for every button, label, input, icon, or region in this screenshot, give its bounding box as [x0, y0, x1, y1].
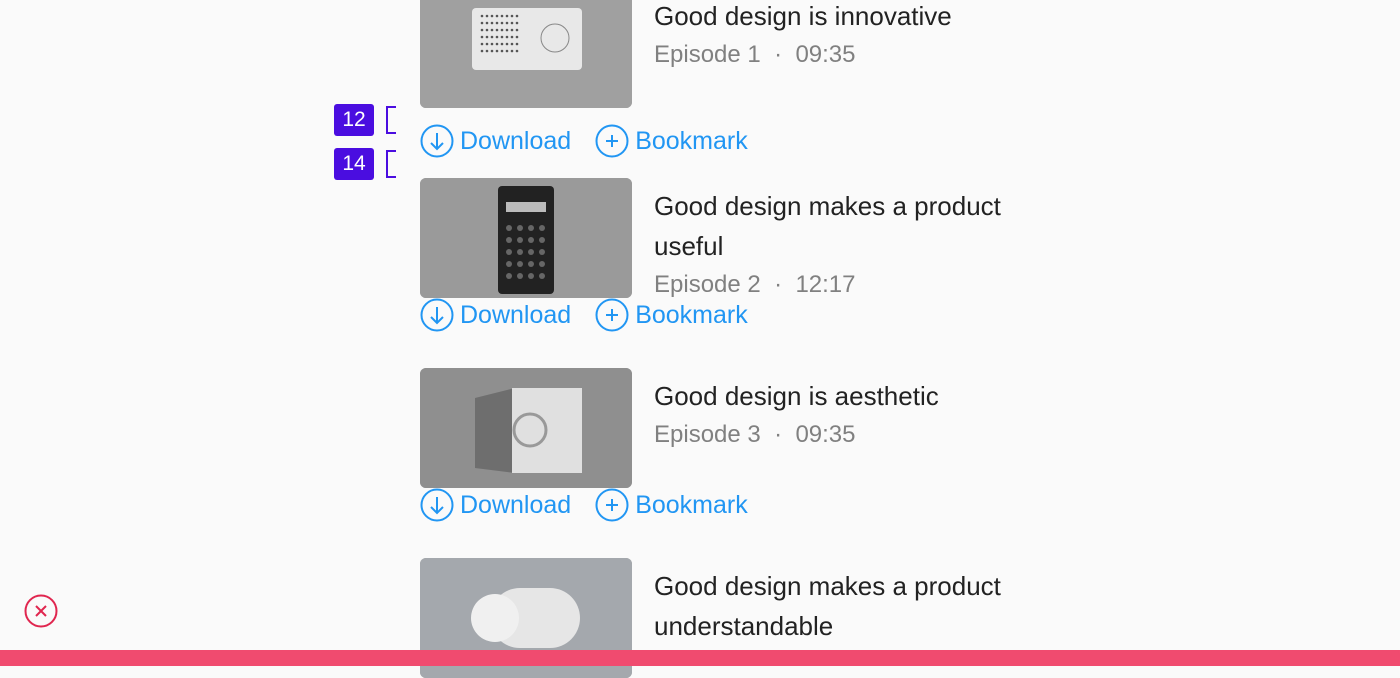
download-button[interactable]: Download: [420, 298, 571, 332]
separator: ·: [774, 271, 783, 298]
episode-number: Episode 1: [654, 41, 761, 68]
bottom-bar: [0, 650, 1400, 666]
episode-title[interactable]: Good design is aesthetic: [654, 376, 1014, 416]
bracket-marker: [386, 150, 396, 178]
episode-duration: 09:35: [795, 421, 856, 448]
bookmark-button[interactable]: Bookmark: [595, 488, 748, 522]
download-icon: [420, 298, 454, 332]
download-icon: [420, 488, 454, 522]
element-badge: 12: [334, 104, 374, 136]
episode-number: Episode 2: [654, 271, 761, 298]
element-badge: 14: [334, 148, 374, 180]
episode-duration: 09:35: [795, 41, 856, 68]
episode-title[interactable]: Good design makes a product understandab…: [654, 566, 1014, 646]
separator: ·: [774, 41, 783, 68]
episode-title[interactable]: Good design is innovative: [654, 0, 1014, 36]
download-icon: [420, 124, 454, 158]
plus-icon: [595, 488, 629, 522]
close-icon[interactable]: [24, 594, 58, 628]
separator: ·: [774, 421, 783, 448]
episode-meta: Episode 3 · 09:35: [654, 416, 1014, 454]
episode-thumbnail[interactable]: [420, 368, 632, 488]
download-button[interactable]: Download: [420, 488, 571, 522]
plus-icon: [595, 298, 629, 332]
plus-icon: [595, 124, 629, 158]
bookmark-button[interactable]: Bookmark: [595, 124, 748, 158]
bracket-marker: [386, 106, 396, 134]
episode-meta: Episode 1 · 09:35: [654, 36, 1014, 74]
episode-title[interactable]: Good design makes a product useful: [654, 186, 1014, 266]
episode-thumbnail[interactable]: [420, 0, 632, 108]
bookmark-button[interactable]: Bookmark: [595, 298, 748, 332]
download-button[interactable]: Download: [420, 124, 571, 158]
episode-duration: 12:17: [795, 271, 856, 298]
episode-thumbnail[interactable]: [420, 178, 632, 298]
episode-number: Episode 3: [654, 421, 761, 448]
